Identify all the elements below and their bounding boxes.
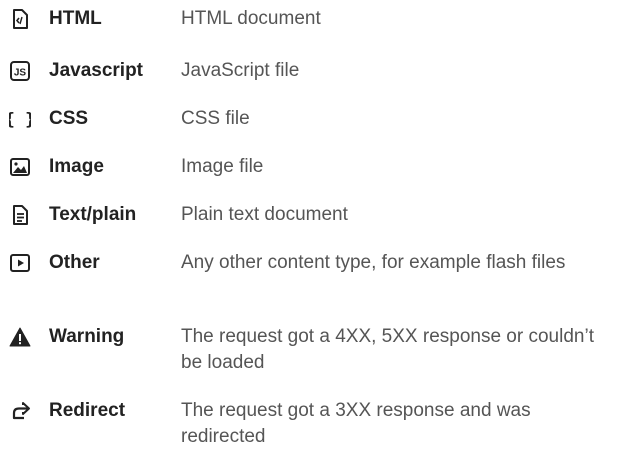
html-file-icon (9, 8, 31, 30)
legend-label: CSS (49, 108, 89, 129)
legend-description: CSS file (181, 108, 250, 129)
legend-label: Image (49, 156, 104, 177)
legend-description: Any other content type, for example flas… (181, 252, 566, 273)
svg-text:{ }: { } (9, 110, 31, 130)
legend-label: Redirect (49, 400, 126, 421)
legend-label: Javascript (49, 60, 144, 81)
js-file-icon: JS (9, 60, 31, 82)
legend-label: Other (49, 252, 100, 273)
warning-icon (9, 326, 31, 348)
legend-description: HTML document (181, 8, 321, 29)
legend-label: Warning (49, 326, 125, 347)
text-document-icon (9, 204, 31, 226)
legend-description: Plain text document (181, 204, 348, 225)
legend-description: JavaScript file (181, 60, 300, 81)
legend-description: The request got a 4XX, 5XX response or c… (181, 326, 594, 373)
svg-text:JS: JS (14, 68, 27, 79)
redirect-icon (9, 400, 31, 422)
legend-label: HTML (49, 8, 102, 29)
legend-label: Text/plain (49, 204, 137, 225)
legend-description: Image file (181, 156, 264, 177)
css-braces-icon: { } (9, 108, 31, 130)
legend-description: The request got a 3XX response and was r… (181, 400, 531, 447)
play-icon (9, 252, 31, 274)
image-icon (9, 156, 31, 178)
